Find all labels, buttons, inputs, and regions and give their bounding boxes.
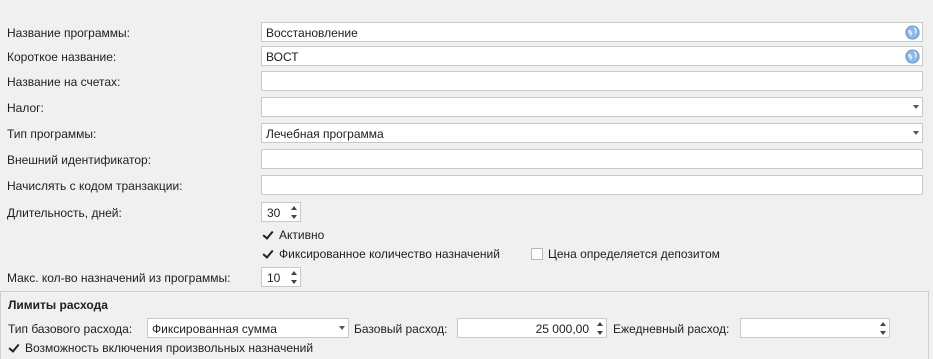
- chevron-down-icon[interactable]: [913, 105, 919, 109]
- transaction-code-label: Начислять с кодом транзакции:: [7, 179, 183, 193]
- base-type-label: Тип базового расхода:: [8, 322, 133, 336]
- duration-stepper[interactable]: 30: [261, 202, 301, 222]
- allow-custom-checkbox[interactable]: [8, 342, 20, 354]
- external-id-row: Внешний идентификатор:: [0, 149, 933, 171]
- program-name-label: Название программы:: [7, 26, 130, 40]
- limits-title: Лимиты расхода: [8, 298, 108, 312]
- tax-row: Налог:: [0, 97, 933, 119]
- duration-value: 30: [267, 206, 281, 220]
- daily-amount-label: Ежедневный расход:: [613, 322, 730, 336]
- fixed-count-label: Фиксированное количество назначений: [279, 247, 500, 261]
- spinner-arrows-icon[interactable]: [290, 205, 298, 220]
- spin-down-icon[interactable]: [597, 331, 603, 335]
- external-id-label: Внешний идентификатор:: [7, 153, 152, 167]
- invoice-name-label: Название на счетах:: [7, 75, 121, 89]
- transaction-code-input[interactable]: [261, 175, 923, 195]
- transaction-code-row: Начислять с кодом транзакции:: [0, 175, 933, 197]
- program-type-row: Тип программы: Лечебная программа: [0, 123, 933, 145]
- base-amount-label: Базовый расход:: [354, 322, 448, 336]
- spin-up-icon[interactable]: [291, 271, 297, 275]
- program-type-label: Тип программы:: [7, 127, 97, 141]
- program-name-value: Восстановление: [266, 26, 358, 40]
- base-type-select[interactable]: Фиксированная сумма: [147, 318, 349, 338]
- spin-down-icon[interactable]: [291, 280, 297, 284]
- max-count-stepper[interactable]: 10: [261, 267, 301, 287]
- base-amount-stepper[interactable]: 25 000,00: [457, 318, 607, 338]
- spinner-arrows-icon[interactable]: [879, 321, 887, 336]
- short-name-value: ВОСТ: [266, 50, 299, 64]
- price-by-deposit-checkbox[interactable]: [531, 248, 543, 260]
- short-name-input[interactable]: ВОСТ: [261, 46, 923, 66]
- program-type-select[interactable]: Лечебная программа: [261, 123, 923, 143]
- max-count-value: 10: [267, 271, 281, 285]
- invoice-name-input[interactable]: [261, 71, 923, 91]
- program-name-row: Название программы: Восстановление: [0, 22, 933, 44]
- chevron-down-icon[interactable]: [913, 131, 919, 135]
- program-type-value: Лечебная программа: [266, 127, 384, 141]
- spinner-arrows-icon[interactable]: [596, 321, 604, 336]
- invoice-name-row: Название на счетах:: [0, 71, 933, 93]
- spin-up-icon[interactable]: [291, 206, 297, 210]
- allow-custom-label: Возможность включения произвольных назна…: [25, 341, 314, 355]
- active-checkbox[interactable]: [262, 229, 274, 241]
- duration-row: Длительность, дней: 30: [0, 202, 933, 224]
- globe-icon[interactable]: [905, 25, 920, 40]
- duration-label: Длительность, дней:: [7, 206, 122, 220]
- fixed-count-checkbox[interactable]: [262, 248, 274, 260]
- external-id-input[interactable]: [261, 149, 923, 169]
- tax-select[interactable]: [261, 97, 923, 117]
- short-name-label: Короткое название:: [7, 50, 117, 64]
- program-name-input[interactable]: Восстановление: [261, 22, 923, 42]
- max-count-label: Макс. кол-во назначений из программы:: [7, 271, 231, 285]
- spinner-arrows-icon[interactable]: [290, 270, 298, 285]
- price-by-deposit-label: Цена определяется депозитом: [548, 247, 720, 261]
- chevron-down-icon[interactable]: [339, 326, 345, 330]
- active-label: Активно: [279, 228, 325, 242]
- globe-icon[interactable]: [905, 49, 920, 64]
- spin-down-icon[interactable]: [880, 331, 886, 335]
- spin-down-icon[interactable]: [291, 215, 297, 219]
- daily-amount-stepper[interactable]: [740, 318, 890, 338]
- tax-label: Налог:: [7, 101, 44, 115]
- spin-up-icon[interactable]: [597, 322, 603, 326]
- limits-section: Лимиты расхода Тип базового расхода: Фик…: [0, 291, 929, 359]
- short-name-row: Короткое название: ВОСТ: [0, 46, 933, 68]
- base-type-value: Фиксированная сумма: [152, 322, 277, 336]
- base-amount-value: 25 000,00: [535, 322, 589, 336]
- max-count-row: Макс. кол-во назначений из программы: 10: [0, 267, 933, 289]
- spin-up-icon[interactable]: [880, 322, 886, 326]
